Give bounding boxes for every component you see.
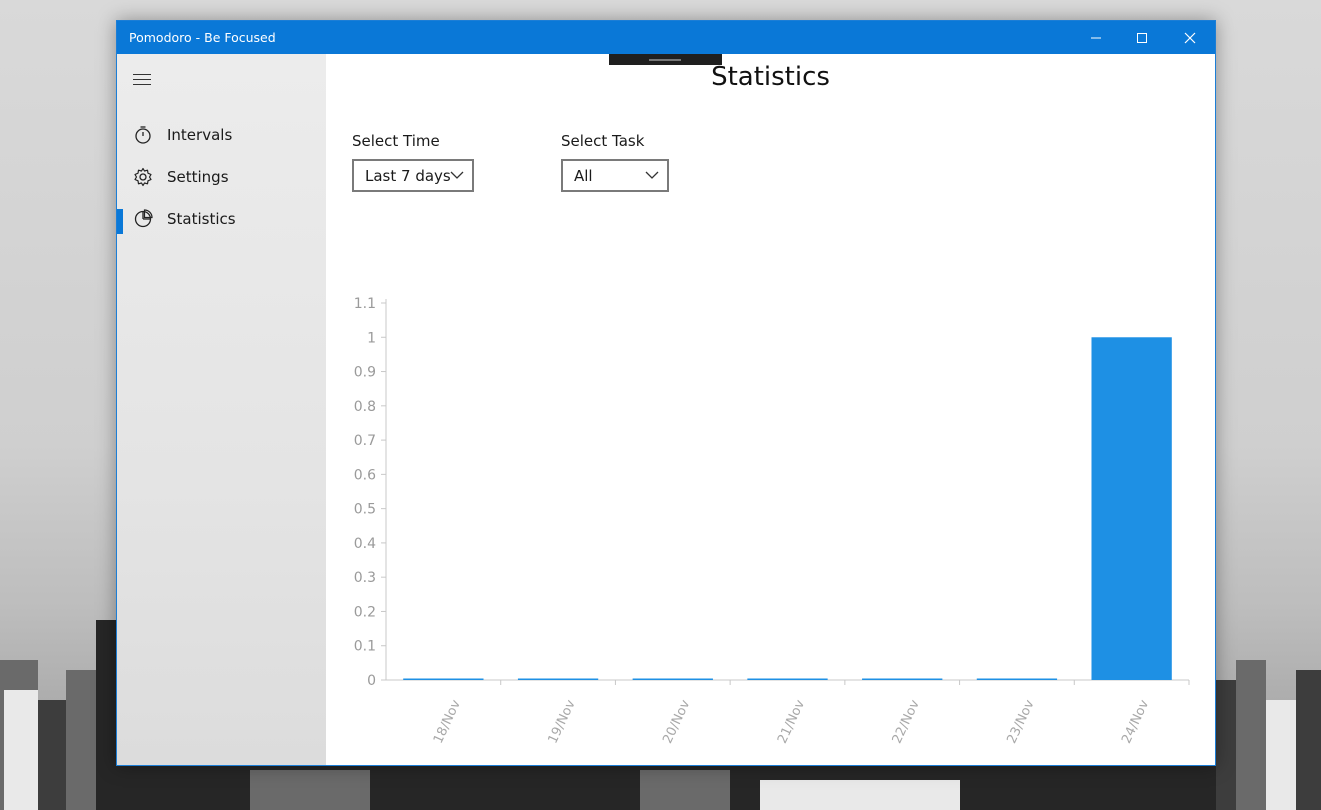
close-icon — [1184, 32, 1196, 43]
bar-22-Nov — [862, 678, 943, 680]
bar-24-Nov — [1091, 337, 1172, 680]
window-title: Pomodoro - Be Focused — [129, 30, 276, 45]
minimize-icon — [1091, 37, 1101, 38]
main-content: Statistics Select Time Last 7 days Selec… — [326, 54, 1215, 765]
nav-label-settings: Settings — [167, 168, 229, 186]
y-tick-label: 0.9 — [354, 365, 376, 381]
y-tick-label: 0.5 — [354, 502, 376, 518]
y-tick-label: 1 — [367, 330, 376, 346]
navigation-pane: Intervals Settings Statistics — [117, 54, 326, 765]
pie-chart-icon — [134, 209, 153, 228]
bar-23-Nov — [976, 678, 1058, 680]
nav-item-settings[interactable]: Settings — [117, 157, 326, 197]
maximize-icon — [1137, 32, 1147, 43]
stopwatch-icon — [135, 126, 151, 144]
x-tick-label: 20/Nov — [660, 697, 693, 746]
maximize-button[interactable] — [1119, 21, 1165, 54]
statistics-bar-chart: 0 0.1 0.2 0.3 0.4 0.5 0.6 0.7 0.8 0.9 1 1.1 18/Nov 19… — [354, 296, 1190, 746]
app-window: Pomodoro - Be Focused Intervals Settings… — [116, 20, 1216, 766]
bar-20-Nov — [632, 678, 713, 680]
nav-item-statistics[interactable]: Statistics — [117, 199, 326, 239]
x-tick-label: 19/Nov — [546, 697, 579, 746]
hamburger-icon[interactable] — [133, 74, 153, 88]
y-tick-label: 0.7 — [354, 433, 376, 449]
x-tick-label: 18/Nov — [431, 697, 464, 746]
bar-21-Nov — [747, 678, 828, 680]
y-tick-label: 0.3 — [354, 570, 376, 586]
y-tick-label: 1.1 — [354, 296, 376, 312]
gear-icon — [134, 167, 152, 187]
bar-19-Nov — [517, 678, 599, 680]
close-button[interactable] — [1167, 21, 1213, 54]
title-bar[interactable]: Pomodoro - Be Focused — [117, 21, 1215, 54]
selection-indicator — [117, 209, 123, 234]
x-tick-label: 21/Nov — [775, 697, 808, 746]
y-tick-label: 0.2 — [354, 604, 376, 620]
y-tick-label: 0.8 — [354, 399, 376, 415]
nav-label-statistics: Statistics — [167, 210, 236, 228]
y-tick-label: 0 — [367, 673, 376, 689]
y-tick-label: 0.4 — [354, 536, 376, 552]
x-tick-label: 24/Nov — [1119, 697, 1152, 746]
nav-item-intervals[interactable]: Intervals — [117, 115, 326, 155]
bar-18-Nov — [403, 678, 484, 680]
y-tick-label: 0.6 — [354, 467, 376, 483]
x-tick-label: 22/Nov — [890, 697, 923, 746]
minimize-button[interactable] — [1073, 21, 1119, 54]
y-tick-label: 0.1 — [354, 639, 376, 655]
x-tick-label: 23/Nov — [1004, 697, 1037, 746]
nav-label-intervals: Intervals — [167, 126, 233, 144]
